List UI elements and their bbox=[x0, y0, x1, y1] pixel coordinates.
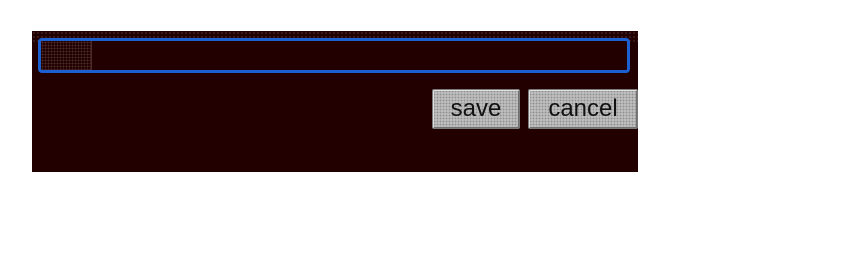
edit-text-field[interactable] bbox=[38, 38, 630, 73]
field-prefix-box bbox=[41, 41, 92, 70]
edit-input[interactable] bbox=[92, 41, 627, 70]
save-button[interactable]: save bbox=[432, 89, 520, 129]
cancel-button[interactable]: cancel bbox=[528, 89, 638, 129]
edit-panel: save cancel bbox=[32, 31, 638, 172]
